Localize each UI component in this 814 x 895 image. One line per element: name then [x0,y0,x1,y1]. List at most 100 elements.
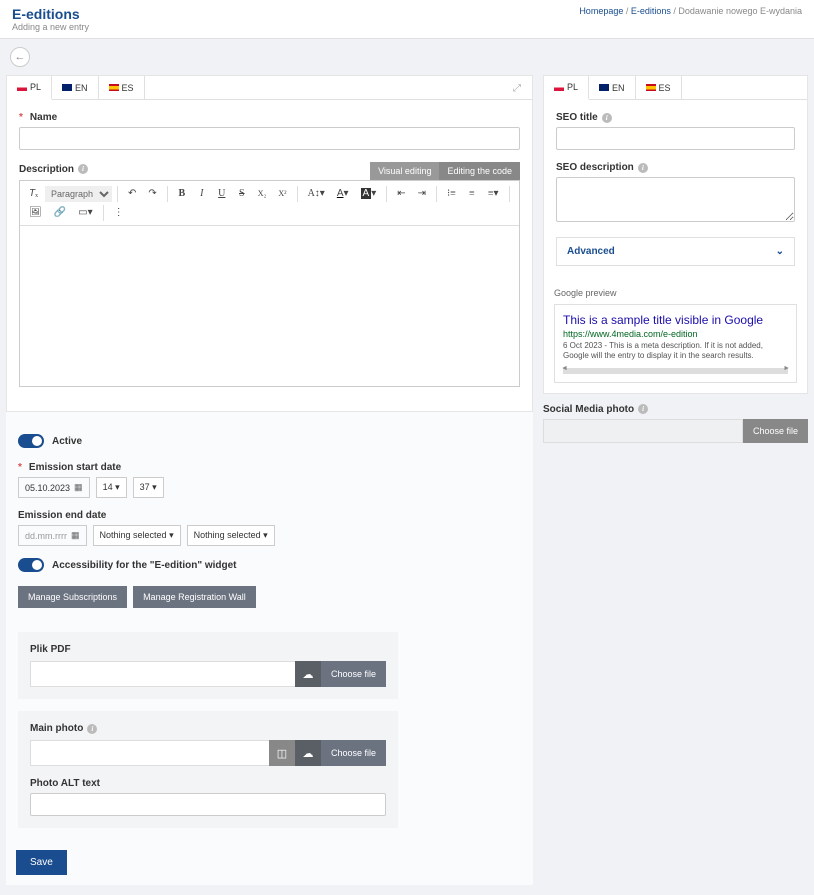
emission-start-label: Emission start date [29,462,121,473]
visual-editing-button[interactable]: Visual editing [370,162,439,180]
tab-es[interactable]: ES [99,76,145,99]
end-min-select[interactable]: Nothing selected ▾ [187,525,275,546]
paragraph-select[interactable]: Paragraph [45,186,112,202]
gp-title: This is a sample title visible in Google [563,313,788,327]
manage-registration-wall-button[interactable]: Manage Registration Wall [133,586,256,608]
accessibility-toggle[interactable] [18,558,44,572]
chevron-down-icon: ⌄ [776,246,784,257]
editor-toolbar: Tₓ Paragraph ↶ ↷ B I U S X₂ X² [20,181,519,226]
info-icon: i [638,163,648,173]
info-icon: i [602,113,612,123]
description-editor[interactable] [20,226,519,386]
plik-pdf-label: Plik PDF [30,644,386,655]
choose-pdf-button[interactable]: Choose file [321,661,386,687]
link-icon[interactable]: 🔗 [49,204,71,221]
tab-en[interactable]: EN [52,76,99,99]
superscript-icon[interactable]: X² [273,186,291,201]
choose-photo-button[interactable]: Choose file [321,740,386,766]
flag-en-icon [599,84,609,91]
flag-es-icon [109,84,119,91]
seo-tab-es[interactable]: ES [636,76,682,99]
calendar-icon: ▦ [71,530,80,541]
bullet-list-icon[interactable]: ⁝≡ [442,185,461,202]
breadcrumb-current: Dodawanie nowego E-wydania [678,6,802,16]
seo-desc-label: SEO description [556,162,634,173]
outdent-icon[interactable]: ⇤ [392,185,410,202]
google-preview-box: This is a sample title visible in Google… [554,304,797,383]
editing-code-button[interactable]: Editing the code [439,162,520,180]
back-button[interactable]: ← [10,47,30,67]
bold-icon[interactable]: B [173,185,191,202]
more-icon[interactable]: ⋮ [109,204,129,221]
page-title: E-editions [12,6,89,22]
page-header: E-editions Adding a new entry Homepage /… [0,0,814,39]
photo-file-field [30,740,269,766]
photo-alt-label: Photo ALT text [30,778,386,789]
number-list-icon[interactable]: ≡ [463,185,481,202]
font-size-icon[interactable]: A↕▾ [303,185,330,202]
start-hour-select[interactable]: 14 ▾ [96,477,127,498]
flag-es-icon [646,84,656,91]
upload-icon[interactable]: ☁ [295,740,321,766]
underline-icon[interactable]: U [213,185,231,202]
seo-language-tabs: PL EN ES [544,76,807,100]
info-icon: i [78,164,88,174]
gp-desc: 6 Oct 2023 - This is a meta description.… [563,341,788,362]
flag-pl-icon [554,84,564,91]
save-button[interactable]: Save [16,850,67,875]
choose-social-file-button[interactable]: Choose file [743,419,808,443]
social-photo-field [543,419,743,443]
image-icon[interactable]: 🖼 [24,204,47,221]
social-media-label: Social Media photo [543,404,634,415]
breadcrumb: Homepage / E-editions / Dodawanie nowego… [579,6,802,16]
accessibility-label: Accessibility for the "E-edition" widget [52,560,237,571]
italic-icon[interactable]: I [193,185,211,202]
active-toggle[interactable] [18,434,44,448]
end-hour-select[interactable]: Nothing selected ▾ [93,525,181,546]
embed-icon[interactable]: ▭▾ [73,204,97,221]
google-preview-label: Google preview [554,288,797,298]
gp-url: https://www.4media.com/e-edition [563,329,788,339]
indent-icon[interactable]: ⇥ [413,185,431,202]
gp-scrollbar[interactable] [563,368,788,374]
main-photo-label: Main photo [30,723,83,734]
breadcrumb-home[interactable]: Homepage [579,6,623,16]
seo-desc-input[interactable] [556,177,795,222]
seo-tab-en[interactable]: EN [589,76,636,99]
font-color-icon[interactable]: A▾ [332,185,354,202]
pdf-file-field [30,661,295,687]
strike-icon[interactable]: S [233,185,251,202]
undo-icon[interactable]: ↶ [123,185,141,202]
crop-icon[interactable]: ◫ [269,740,295,766]
subscript-icon[interactable]: X₂ [253,186,272,201]
breadcrumb-section[interactable]: E-editions [631,6,671,16]
flag-en-icon [62,84,72,91]
expand-icon[interactable]: ⤢ [513,83,521,94]
tab-pl[interactable]: PL [7,76,52,100]
name-input[interactable] [19,127,520,150]
description-label: Description [19,164,74,175]
page-subtitle: Adding a new entry [12,22,89,32]
start-min-select[interactable]: 37 ▾ [133,477,164,498]
language-tabs: PL EN ES [7,76,532,100]
manage-subscriptions-button[interactable]: Manage Subscriptions [18,586,127,608]
advanced-accordion[interactable]: Advanced ⌄ [556,237,795,266]
seo-title-label: SEO title [556,112,598,123]
info-icon: i [87,724,97,734]
highlight-icon[interactable]: A▾ [356,185,382,202]
flag-pl-icon [17,84,27,91]
active-label: Active [52,436,82,447]
align-icon[interactable]: ≡▾ [483,185,504,202]
end-date-input[interactable]: dd.mm.rrrr ▦ [18,525,87,546]
seo-title-input[interactable] [556,127,795,150]
start-date-input[interactable]: 05.10.2023 ▦ [18,477,90,498]
emission-end-label: Emission end date [18,510,106,521]
clear-format-icon[interactable]: Tₓ [24,185,43,202]
seo-tab-pl[interactable]: PL [544,76,589,100]
redo-icon[interactable]: ↷ [143,185,161,202]
info-icon: i [638,404,648,414]
name-label: Name [30,112,57,123]
calendar-icon: ▦ [74,482,83,493]
photo-alt-input[interactable] [30,793,386,816]
upload-icon[interactable]: ☁ [295,661,321,687]
